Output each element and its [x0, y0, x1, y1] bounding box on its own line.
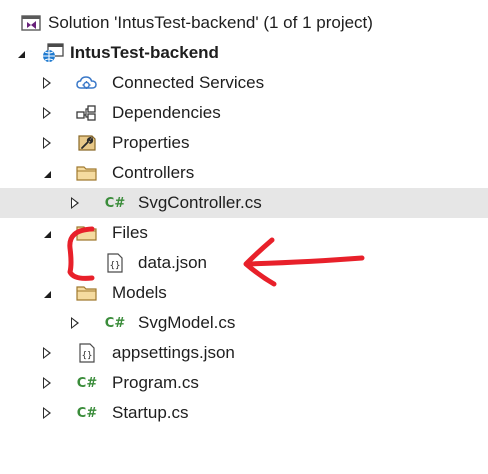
properties-label: Properties — [112, 133, 190, 152]
folder-icon — [76, 158, 98, 188]
expander-collapsed-icon[interactable] — [38, 398, 56, 428]
connected-services-label: Connected Services — [112, 73, 265, 92]
tree-row-svg-model[interactable]: C# SvgModel.cs — [0, 308, 488, 338]
folder-icon — [76, 218, 98, 248]
svg-model-label: SvgModel.cs — [138, 313, 236, 332]
expander-expanded-icon[interactable] — [38, 158, 56, 188]
tree-row-project[interactable]: IntusTest-backend — [0, 38, 488, 68]
csharp-file-icon: C# — [104, 195, 126, 211]
json-file-icon: {} — [104, 248, 126, 278]
folder-icon — [76, 278, 98, 308]
files-label: Files — [112, 223, 148, 242]
expander-expanded-icon[interactable] — [12, 38, 30, 68]
tree-row-startup[interactable]: C# Startup.cs — [0, 398, 488, 428]
svg-controller-label: SvgController.cs — [138, 193, 262, 212]
properties-wrench-icon — [76, 128, 98, 158]
tree-row-solution[interactable]: Solution 'IntusTest-backend' (1 of 1 pro… — [0, 8, 488, 38]
expander-collapsed-icon[interactable] — [66, 308, 84, 338]
connected-services-icon — [76, 68, 98, 98]
tree-row-program[interactable]: C# Program.cs — [0, 368, 488, 398]
expander-collapsed-icon[interactable] — [38, 68, 56, 98]
expander-collapsed-icon[interactable] — [38, 368, 56, 398]
program-label: Program.cs — [112, 373, 199, 392]
dependencies-icon — [76, 98, 98, 128]
project-label: IntusTest-backend — [70, 43, 219, 62]
svg-text:{}: {} — [110, 261, 121, 271]
tree-row-models-folder[interactable]: Models — [0, 278, 488, 308]
tree-row-data-json[interactable]: {} data.json — [0, 248, 488, 278]
web-project-icon — [42, 38, 64, 68]
models-label: Models — [112, 283, 167, 302]
startup-label: Startup.cs — [112, 403, 189, 422]
expander-collapsed-icon[interactable] — [38, 128, 56, 158]
solution-icon — [20, 8, 42, 38]
tree-row-dependencies[interactable]: Dependencies — [0, 98, 488, 128]
csharp-file-icon: C# — [76, 375, 98, 391]
data-json-label: data.json — [138, 253, 207, 272]
controllers-label: Controllers — [112, 163, 195, 182]
tree-row-svg-controller[interactable]: C# SvgController.cs — [0, 188, 488, 218]
tree-row-appsettings[interactable]: {} appsettings.json — [0, 338, 488, 368]
csharp-file-icon: C# — [104, 315, 126, 331]
dependencies-label: Dependencies — [112, 103, 221, 122]
svg-text:{}: {} — [82, 351, 93, 361]
tree-row-controllers-folder[interactable]: Controllers — [0, 158, 488, 188]
solution-label: Solution 'IntusTest-backend' (1 of 1 pro… — [48, 13, 373, 32]
appsettings-label: appsettings.json — [112, 343, 235, 362]
json-file-icon: {} — [76, 338, 98, 368]
tree-row-files-folder[interactable]: Files — [0, 218, 488, 248]
expander-collapsed-icon[interactable] — [66, 188, 84, 218]
expander-collapsed-icon[interactable] — [38, 98, 56, 128]
solution-explorer-tree: Solution 'IntusTest-backend' (1 of 1 pro… — [0, 8, 488, 428]
tree-row-connected-services[interactable]: Connected Services — [0, 68, 488, 98]
expander-expanded-icon[interactable] — [38, 218, 56, 248]
tree-row-properties[interactable]: Properties — [0, 128, 488, 158]
expander-expanded-icon[interactable] — [38, 278, 56, 308]
expander-collapsed-icon[interactable] — [38, 338, 56, 368]
csharp-file-icon: C# — [76, 405, 98, 421]
